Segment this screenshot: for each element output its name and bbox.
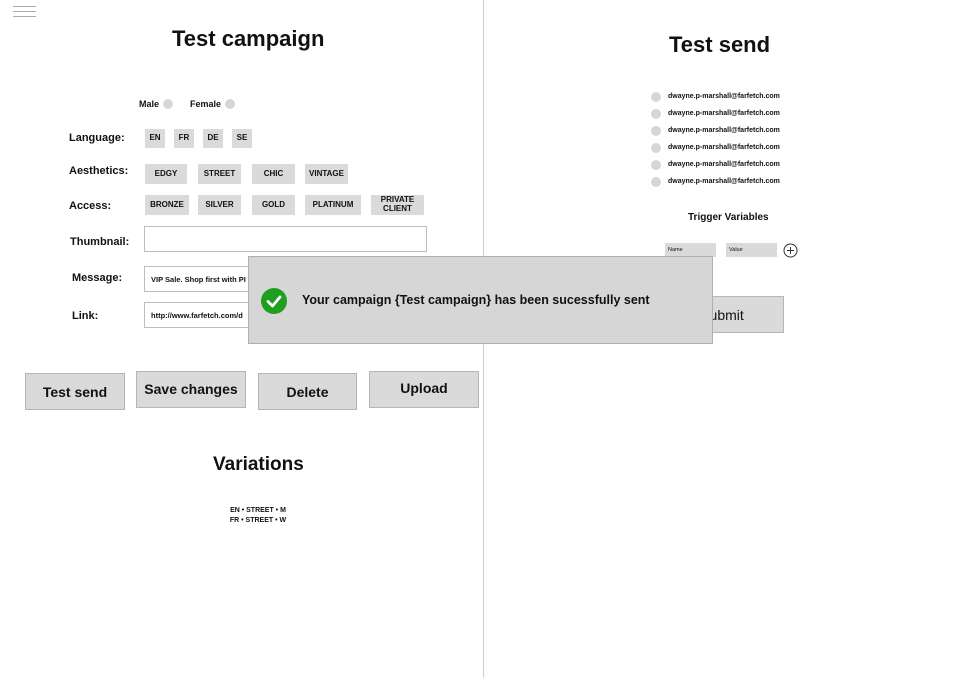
variable-name-input[interactable]: Name: [665, 243, 716, 257]
check-circle-icon: [261, 288, 287, 319]
email-address: dwayne.p-marshall@farfetch.com: [668, 161, 780, 168]
female-radio[interactable]: [225, 99, 236, 109]
female-label: Female: [190, 99, 222, 109]
aesthetics-chip-vintage[interactable]: VINTAGE: [305, 164, 348, 184]
aesthetics-label: Aesthetics:: [69, 165, 129, 177]
male-radio[interactable]: [163, 99, 174, 109]
variable-value-input[interactable]: Value: [726, 243, 777, 257]
message-field[interactable]: VIP Sale. Shop first with PI: [144, 266, 249, 292]
email-item[interactable]: dwayne.p-marshall@farfetch.com: [651, 122, 780, 139]
email-item[interactable]: dwayne.p-marshall@farfetch.com: [651, 156, 780, 173]
email-address: dwayne.p-marshall@farfetch.com: [668, 127, 780, 134]
gender-selector: Male Female: [139, 99, 236, 109]
email-radio[interactable]: [651, 176, 661, 187]
email-item[interactable]: dwayne.p-marshall@farfetch.com: [651, 139, 780, 156]
access-chip-private-client[interactable]: PRIVATE CLIENT: [371, 195, 424, 215]
message-label: Message:: [72, 272, 123, 284]
trigger-variables-title: Trigger Variables: [688, 212, 769, 223]
access-label: Access:: [69, 200, 112, 212]
email-address: dwayne.p-marshall@farfetch.com: [668, 93, 780, 100]
email-address: dwayne.p-marshall@farfetch.com: [668, 110, 780, 117]
email-radio[interactable]: [651, 108, 661, 119]
language-chip-se[interactable]: SE: [232, 129, 252, 148]
email-item[interactable]: dwayne.p-marshall@farfetch.com: [651, 173, 780, 190]
thumbnail-field[interactable]: [144, 226, 427, 252]
upload-button[interactable]: Upload: [369, 371, 479, 408]
access-chip-bronze[interactable]: BRONZE: [145, 195, 189, 215]
thumbnail-label: Thumbnail:: [70, 236, 130, 248]
variations-title: Variations: [213, 454, 304, 475]
language-chip-en[interactable]: EN: [145, 129, 165, 148]
email-radio[interactable]: [651, 142, 661, 153]
variations-list: EN • STREET • M FR • STREET • W: [208, 506, 308, 526]
email-item[interactable]: dwayne.p-marshall@farfetch.com: [651, 105, 780, 122]
access-chip-silver[interactable]: SILVER: [198, 195, 241, 215]
link-field[interactable]: http://www.farfetch.com/d: [144, 302, 249, 328]
email-item[interactable]: dwayne.p-marshall@farfetch.com: [651, 88, 780, 105]
save-changes-button[interactable]: Save changes: [136, 371, 246, 408]
email-radio[interactable]: [651, 159, 661, 170]
aesthetics-chip-chic[interactable]: CHIC: [252, 164, 295, 184]
toast-message: Your campaign {Test campaign} has been s…: [302, 293, 650, 307]
variation-item: FR • STREET • W: [229, 517, 287, 524]
male-label: Male: [139, 99, 160, 109]
language-label: Language:: [69, 132, 125, 144]
email-list: dwayne.p-marshall@farfetch.com dwayne.p-…: [651, 88, 780, 190]
aesthetics-chip-street[interactable]: STREET: [198, 164, 241, 184]
language-chip-fr[interactable]: FR: [174, 129, 194, 148]
aesthetics-chip-edgy[interactable]: EDGY: [145, 164, 187, 184]
test-send-title: Test send: [669, 32, 771, 57]
link-label: Link:: [72, 310, 99, 322]
email-address: dwayne.p-marshall@farfetch.com: [668, 178, 780, 185]
email-radio[interactable]: [651, 125, 661, 136]
campaign-title: Test campaign: [172, 26, 325, 51]
access-chip-platinum[interactable]: PLATINUM: [305, 195, 361, 215]
hamburger-icon[interactable]: [13, 6, 36, 18]
email-radio[interactable]: [651, 91, 661, 102]
language-chip-de[interactable]: DE: [203, 129, 223, 148]
variation-item: EN • STREET • M: [230, 507, 286, 514]
success-toast: Your campaign {Test campaign} has been s…: [248, 256, 713, 344]
delete-button[interactable]: Delete: [258, 373, 357, 410]
test-send-button[interactable]: Test send: [25, 373, 125, 410]
access-chip-gold[interactable]: GOLD: [252, 195, 295, 215]
email-address: dwayne.p-marshall@farfetch.com: [668, 144, 780, 151]
plus-circle-icon[interactable]: [783, 243, 798, 263]
